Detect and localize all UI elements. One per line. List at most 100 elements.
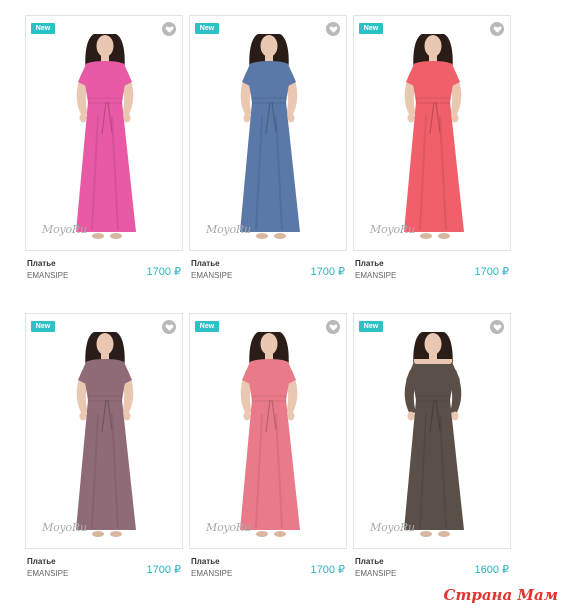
shoulders bbox=[414, 359, 452, 364]
left-hand bbox=[243, 113, 251, 123]
right-hand bbox=[123, 113, 131, 123]
bodice bbox=[412, 359, 454, 400]
right-hand bbox=[287, 411, 295, 421]
belt bbox=[415, 97, 451, 104]
product-image-frame[interactable]: New MoyoRu bbox=[353, 15, 511, 251]
bodice bbox=[84, 61, 126, 102]
belt bbox=[251, 395, 287, 402]
model-photo bbox=[404, 332, 464, 537]
left-shoe bbox=[256, 233, 268, 239]
favorite-button[interactable] bbox=[490, 320, 504, 334]
right-shoe bbox=[274, 531, 286, 537]
product-price: 1700 ₽ bbox=[146, 266, 181, 278]
model-photo bbox=[240, 34, 300, 239]
left-hand bbox=[243, 411, 251, 421]
heart-icon bbox=[165, 324, 173, 331]
right-hand bbox=[123, 411, 131, 421]
bodice bbox=[84, 359, 126, 400]
left-shoe bbox=[420, 233, 432, 239]
right-hand bbox=[451, 113, 459, 123]
product-card[interactable]: New MoyoRu Платье EMANSIPE 1700 ₽ bbox=[189, 15, 347, 293]
product-brand: EMANSIPE bbox=[27, 569, 69, 578]
heart-icon bbox=[329, 26, 337, 33]
product-price: 1600 ₽ bbox=[474, 564, 509, 576]
product-name[interactable]: Платье bbox=[355, 557, 384, 566]
new-badge: New bbox=[359, 321, 383, 332]
right-shoe bbox=[274, 233, 286, 239]
product-name[interactable]: Платье bbox=[355, 259, 384, 268]
watermark-logo: MoyoRu bbox=[370, 521, 415, 534]
new-badge: New bbox=[31, 23, 55, 34]
left-hand bbox=[79, 411, 87, 421]
product-card[interactable]: New MoyoRu Платье EMANSIPE 1700 ₽ bbox=[25, 15, 183, 293]
watermark-logo: MoyoRu bbox=[370, 223, 415, 236]
neck bbox=[265, 54, 273, 62]
heart-icon bbox=[165, 26, 173, 33]
product-card[interactable]: New MoyoRu Платье EMANSIPE 1600 ₽ bbox=[353, 313, 511, 591]
belt bbox=[251, 97, 287, 104]
face bbox=[260, 35, 278, 57]
product-price: 1700 ₽ bbox=[310, 564, 345, 576]
right-shoe bbox=[438, 531, 450, 537]
belt bbox=[87, 395, 123, 402]
product-brand: EMANSIPE bbox=[191, 569, 233, 578]
product-card[interactable]: New MoyoRu Платье EMANSIPE 1700 ₽ bbox=[25, 313, 183, 591]
product-price: 1700 ₽ bbox=[146, 564, 181, 576]
belt bbox=[87, 97, 123, 104]
right-shoe bbox=[110, 531, 122, 537]
product-name[interactable]: Платье bbox=[191, 557, 220, 566]
neck bbox=[101, 352, 109, 360]
model-photo bbox=[240, 332, 300, 537]
product-image-frame[interactable]: New MoyoRu bbox=[189, 313, 347, 549]
heart-icon bbox=[493, 324, 501, 331]
product-name[interactable]: Платье bbox=[27, 557, 56, 566]
favorite-button[interactable] bbox=[490, 22, 504, 36]
left-hand bbox=[79, 113, 87, 123]
favorite-button[interactable] bbox=[162, 320, 176, 334]
product-image-frame[interactable]: New MoyoRu bbox=[25, 313, 183, 549]
right-hand bbox=[287, 113, 295, 123]
new-badge: New bbox=[195, 23, 219, 34]
neck bbox=[429, 352, 437, 360]
left-hand bbox=[407, 411, 415, 421]
product-image-frame[interactable]: New MoyoRu bbox=[25, 15, 183, 251]
bodice bbox=[412, 61, 454, 102]
left-hand bbox=[407, 113, 415, 123]
product-name[interactable]: Платье bbox=[191, 259, 220, 268]
face bbox=[96, 35, 114, 57]
left-shoe bbox=[92, 531, 104, 537]
watermark-logo: MoyoRu bbox=[206, 223, 251, 236]
favorite-button[interactable] bbox=[162, 22, 176, 36]
product-image-frame[interactable]: New MoyoRu bbox=[353, 313, 511, 549]
neck bbox=[101, 54, 109, 62]
heart-icon bbox=[493, 26, 501, 33]
neck bbox=[429, 54, 437, 62]
product-brand: EMANSIPE bbox=[355, 569, 397, 578]
right-shoe bbox=[438, 233, 450, 239]
watermark-logo: MoyoRu bbox=[42, 223, 87, 236]
product-card[interactable]: New MoyoRu Платье EMANSIPE 1700 ₽ bbox=[189, 313, 347, 591]
heart-icon bbox=[329, 324, 337, 331]
product-price: 1700 ₽ bbox=[474, 266, 509, 278]
face bbox=[260, 333, 278, 355]
site-watermark: Страна Мам bbox=[443, 586, 558, 604]
model-photo bbox=[76, 34, 136, 239]
right-shoe bbox=[110, 233, 122, 239]
product-brand: EMANSIPE bbox=[355, 271, 397, 280]
belt bbox=[415, 395, 451, 402]
product-image-frame[interactable]: New MoyoRu bbox=[189, 15, 347, 251]
bodice bbox=[248, 359, 290, 400]
product-card[interactable]: New MoyoRu Платье EMANSIPE 1700 ₽ bbox=[353, 15, 511, 293]
left-shoe bbox=[92, 233, 104, 239]
bodice bbox=[248, 61, 290, 102]
left-shoe bbox=[256, 531, 268, 537]
right-hand bbox=[451, 411, 459, 421]
face bbox=[424, 35, 442, 57]
new-badge: New bbox=[359, 23, 383, 34]
left-shoe bbox=[420, 531, 432, 537]
product-name[interactable]: Платье bbox=[27, 259, 56, 268]
favorite-button[interactable] bbox=[326, 320, 340, 334]
favorite-button[interactable] bbox=[326, 22, 340, 36]
model-photo bbox=[76, 332, 136, 537]
neck bbox=[265, 352, 273, 360]
